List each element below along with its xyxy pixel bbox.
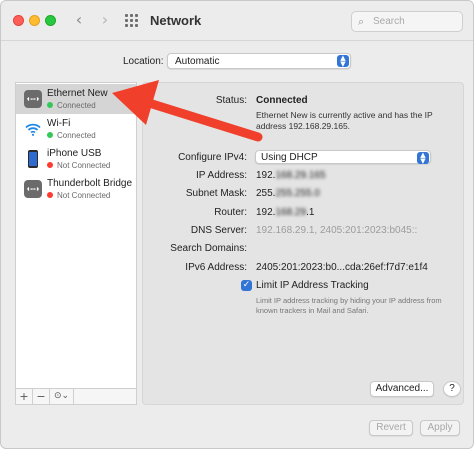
- thunderbolt-bridge-icon: [24, 180, 42, 198]
- service-status: Not Connected: [47, 191, 110, 200]
- status-dot-icon: [47, 192, 53, 198]
- service-actions-menu-button[interactable]: ⊙⌄: [50, 389, 74, 404]
- location-value: Automatic: [175, 56, 220, 67]
- show-all-grid-icon[interactable]: [125, 14, 139, 28]
- location-select[interactable]: Automatic ▲ ▼: [167, 53, 351, 69]
- service-name: Wi-Fi: [47, 118, 71, 129]
- service-list: Ethernet New Connected Wi-Fi Connected i…: [15, 82, 137, 389]
- zoom-window-button[interactable]: [45, 15, 56, 26]
- network-preferences-window: ‹ › Network ⌕ Search Location: Automatic…: [0, 0, 474, 449]
- popup-stepper-icon: ▲ ▼: [417, 152, 429, 165]
- configure-ipv4-select[interactable]: Using DHCP ▲ ▼: [255, 150, 431, 165]
- dns-server-value: 192.168.29.1, 2405:201:2023:b045::: [256, 225, 418, 236]
- wifi-icon: [25, 123, 41, 136]
- revert-button[interactable]: Revert: [369, 420, 413, 436]
- ip-address-label: IP Address:: [196, 170, 247, 181]
- window-title: Network: [150, 13, 202, 28]
- status-dot-icon: [47, 162, 53, 168]
- service-name: Ethernet New: [47, 88, 108, 99]
- service-item-ethernet-new[interactable]: Ethernet New Connected: [16, 84, 136, 114]
- apply-button[interactable]: Apply: [420, 420, 460, 436]
- service-item-wifi[interactable]: Wi-Fi Connected: [16, 114, 136, 144]
- title-bar: ‹ › Network ⌕ Search: [1, 1, 473, 41]
- service-item-thunderbolt-bridge[interactable]: Thunderbolt Bridge Not Connected: [16, 174, 136, 204]
- status-description: Ethernet New is currently active and has…: [256, 110, 433, 131]
- minimize-window-button[interactable]: [29, 15, 40, 26]
- limit-tracking-description: Limit IP address tracking by hiding your…: [256, 296, 442, 315]
- status-label: Status:: [215, 95, 247, 106]
- search-field[interactable]: ⌕ Search: [351, 11, 463, 32]
- help-button[interactable]: ?: [443, 381, 461, 397]
- subnet-mask-redacted: 255.255.0: [275, 188, 320, 199]
- configure-ipv4-label: Configure IPv4:: [178, 152, 247, 163]
- search-placeholder: Search: [373, 16, 405, 27]
- ip-address-value: 192.168.29.165: [256, 170, 326, 181]
- service-status: Not Connected: [47, 161, 110, 170]
- ipv6-address-label: IPv6 Address:: [185, 262, 247, 273]
- ip-address-redacted: 168.29.165: [275, 170, 326, 181]
- location-label: Location:: [123, 56, 164, 67]
- limit-tracking-label: Limit IP Address Tracking: [256, 280, 369, 291]
- forward-chevron-icon[interactable]: ›: [95, 10, 115, 30]
- iphone-icon: [28, 150, 38, 168]
- search-icon: ⌕: [358, 15, 365, 28]
- status-dot-icon: [47, 102, 53, 108]
- service-name: Thunderbolt Bridge: [47, 178, 133, 189]
- router-value: 192.168.29.1: [256, 207, 315, 218]
- add-service-button[interactable]: +: [16, 389, 33, 404]
- service-status: Connected: [47, 131, 96, 140]
- ethernet-icon: [24, 90, 42, 108]
- ipv6-address-value: 2405:201:2023:b0...cda:26ef:f7d7:e1f4: [256, 262, 428, 273]
- popup-stepper-icon: ▲ ▼: [337, 55, 349, 68]
- remove-service-button[interactable]: −: [33, 389, 50, 404]
- advanced-button[interactable]: Advanced...: [370, 381, 434, 397]
- subnet-mask-value: 255.255.255.0: [256, 188, 320, 199]
- status-value: Connected: [256, 95, 308, 106]
- limit-tracking-checkbox[interactable]: ✓: [241, 280, 252, 291]
- router-label: Router:: [214, 207, 247, 218]
- service-list-toolbar: + − ⊙⌄: [15, 389, 137, 405]
- status-dot-icon: [47, 132, 53, 138]
- subnet-mask-label: Subnet Mask:: [185, 188, 247, 199]
- service-name: iPhone USB: [47, 148, 102, 159]
- close-window-button[interactable]: [13, 15, 24, 26]
- back-chevron-icon[interactable]: ‹: [69, 10, 89, 30]
- search-domains-label: Search Domains:: [170, 243, 247, 254]
- dns-server-label: DNS Server:: [190, 225, 247, 236]
- service-item-iphone-usb[interactable]: iPhone USB Not Connected: [16, 144, 136, 174]
- configure-ipv4-value: Using DHCP: [261, 152, 318, 163]
- service-status: Connected: [47, 101, 96, 110]
- router-redacted: 168.29: [275, 207, 307, 218]
